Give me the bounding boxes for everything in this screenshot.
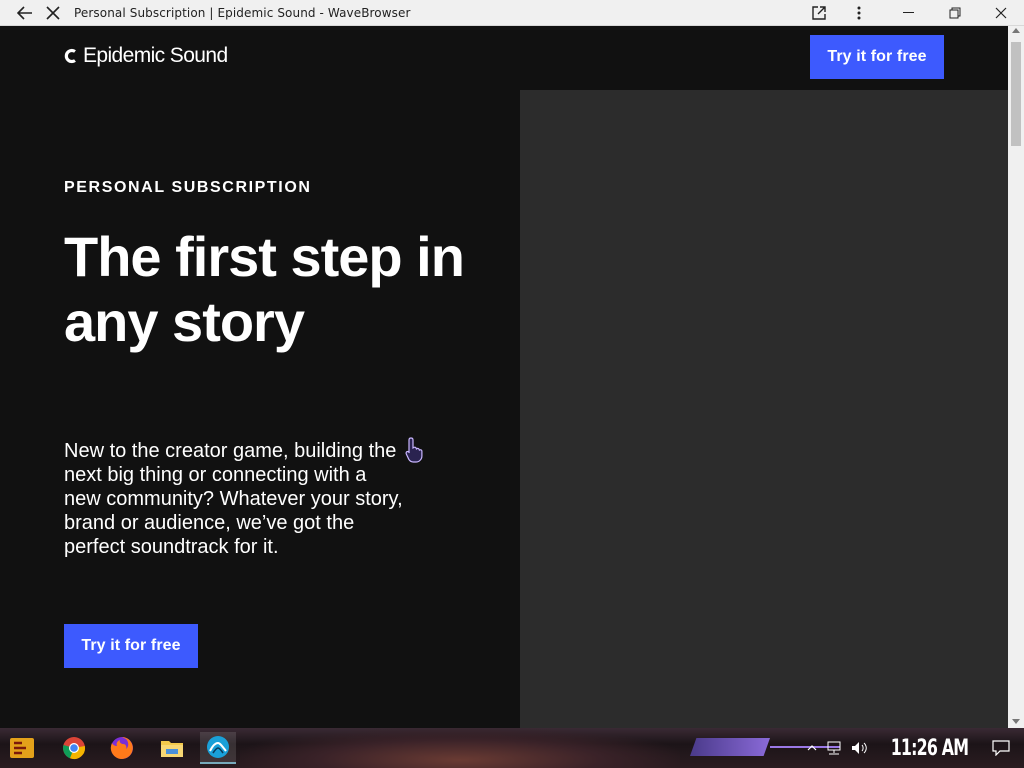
start-icon[interactable] [4,732,40,764]
windows-taskbar: 11:26 AM [0,728,1024,768]
scroll-down-arrow-icon[interactable] [1012,719,1020,724]
chrome-icon[interactable] [56,732,92,764]
header-try-free-button[interactable]: Try it for free [810,35,944,79]
close-icon[interactable] [978,0,1024,26]
page-viewport: Epidemic Sound Try it for free PERSONAL … [0,26,1008,728]
scrollbar-thumb[interactable] [1011,42,1021,146]
page-scrollbar[interactable] [1008,26,1024,728]
hero-try-free-button[interactable]: Try it for free [64,624,198,668]
wavebrowser-icon[interactable] [200,732,236,764]
hero-body-text: New to the creator game, building the ne… [64,440,403,558]
open-external-icon[interactable] [806,0,832,26]
epidemic-sound-logo-icon [64,48,76,64]
show-hidden-icons-chevron-icon[interactable] [807,744,817,752]
hero-eyebrow: PERSONAL SUBSCRIPTION [64,179,312,196]
scroll-up-arrow-icon[interactable] [1012,28,1020,33]
hero-headline: The first step in any story [64,225,465,353]
minimize-icon[interactable] [886,0,932,26]
taskbar-accent-decoration [690,738,770,756]
stop-loading-icon[interactable] [40,0,66,26]
browser-titlebar: Personal Subscription | Epidemic Sound -… [0,0,1024,26]
logo-wordmark: Epidemic Sound [83,44,228,67]
epidemic-sound-logo[interactable]: Epidemic Sound [64,44,228,68]
hero-media-placeholder [520,90,1008,728]
back-arrow-icon[interactable] [12,0,38,26]
file-explorer-icon[interactable] [154,732,190,764]
network-icon[interactable] [825,741,843,755]
restore-icon[interactable] [932,0,978,26]
firefox-icon[interactable] [104,732,140,764]
taskbar-wallpaper-decoration [240,728,680,768]
volume-icon[interactable] [851,741,869,755]
system-tray: 11:26 AM [803,728,1024,768]
notifications-icon[interactable] [992,740,1010,756]
taskbar-clock[interactable]: 11:26 AM [891,736,969,761]
window-title: Personal Subscription | Epidemic Sound -… [74,5,411,20]
hand-pointer-cursor-icon [405,437,423,463]
kebab-menu-icon[interactable] [846,0,872,26]
